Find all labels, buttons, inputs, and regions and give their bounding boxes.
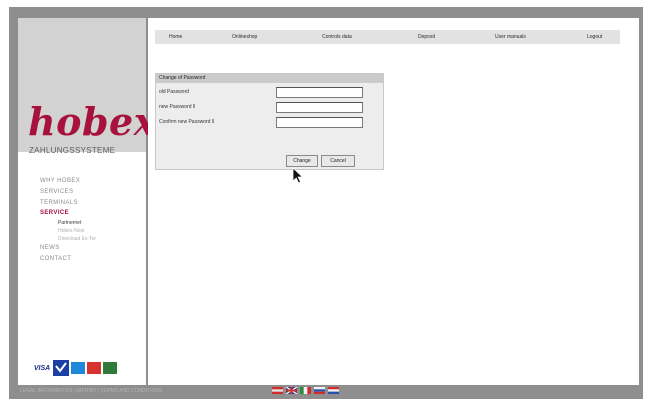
- mastercard-icon: [87, 362, 101, 374]
- sidebar-item-why-hobex[interactable]: WHY HOBEX: [40, 176, 96, 187]
- logo-subtitle: ZAHLUNGSSYSTEME: [29, 146, 116, 155]
- sidebar-item-contact[interactable]: CONTACT: [40, 254, 96, 265]
- topnav-onlineshop[interactable]: Onlineshop: [232, 30, 257, 44]
- sidebar-item-service[interactable]: SERVICE: [40, 208, 96, 219]
- payment-cards: VISA: [33, 360, 117, 376]
- sidebar-item-news[interactable]: NEWS: [40, 243, 96, 254]
- language-flags: [272, 387, 339, 394]
- flag-it-icon[interactable]: [300, 387, 311, 394]
- flag-gb-icon[interactable]: [286, 387, 297, 394]
- footer-links[interactable]: LEGAL INFORMATION | IMPRINT | TERMS AND …: [20, 388, 162, 394]
- sidebar-subitem-hobex-nost[interactable]: Hobex-Nost: [40, 227, 96, 235]
- flag-hr-icon[interactable]: [328, 387, 339, 394]
- old-password-row: old Password: [159, 87, 383, 98]
- confirm-password-input[interactable]: [276, 117, 363, 128]
- visa-card-icon: VISA: [33, 364, 51, 372]
- topnav-controls-data[interactable]: Controls data: [322, 30, 352, 44]
- top-navigation: Home Onlineshop Controls data Deposit Us…: [155, 30, 620, 44]
- sidebar-subitem-partnernet[interactable]: Partnernet: [40, 219, 96, 227]
- new-password-label: new Password ll: [159, 104, 196, 110]
- flag-at-icon[interactable]: [272, 387, 283, 394]
- old-password-input[interactable]: [276, 87, 363, 98]
- change-password-panel: Change of Password old Password new Pass…: [155, 73, 384, 170]
- logo-box: hobex ZAHLUNGSSYSTEME: [18, 18, 156, 155]
- hobex-logo[interactable]: hobex: [28, 103, 157, 141]
- topnav-deposit[interactable]: Deposit: [418, 30, 435, 44]
- change-button[interactable]: Change: [286, 155, 318, 167]
- new-password-row: new Password ll: [159, 102, 383, 113]
- vpay-card-icon: [53, 360, 69, 376]
- old-password-label: old Password: [159, 89, 190, 95]
- topnav-logout[interactable]: Logout: [587, 30, 602, 44]
- flag-si-icon[interactable]: [314, 387, 325, 394]
- main-content: Home Onlineshop Controls data Deposit Us…: [148, 18, 639, 385]
- sidebar-nav: WHY HOBEX SERVICES TERMINALS SERVICE Par…: [40, 176, 96, 265]
- sidebar-subitem-download[interactable]: Download Ex-Ter: [40, 235, 96, 243]
- mouse-pointer-icon: [292, 167, 304, 184]
- topnav-home[interactable]: Home: [169, 30, 182, 44]
- sidebar-item-services[interactable]: SERVICES: [40, 187, 96, 198]
- panel-title: Change of Password: [156, 74, 383, 83]
- topnav-user-manuals[interactable]: User manuals: [495, 30, 526, 44]
- new-password-input[interactable]: [276, 102, 363, 113]
- confirm-password-label: Confirm new Password ll: [159, 119, 215, 125]
- maestro-card-icon: [71, 362, 85, 374]
- sidebar-item-terminals[interactable]: TERMINALS: [40, 198, 96, 209]
- confirm-password-row: Confirm new Password ll: [159, 117, 383, 128]
- sidebar: hobex ZAHLUNGSSYSTEME WHY HOBEX SERVICES…: [18, 18, 156, 385]
- jcb-card-icon: [103, 362, 117, 374]
- cancel-button[interactable]: Cancel: [321, 155, 355, 167]
